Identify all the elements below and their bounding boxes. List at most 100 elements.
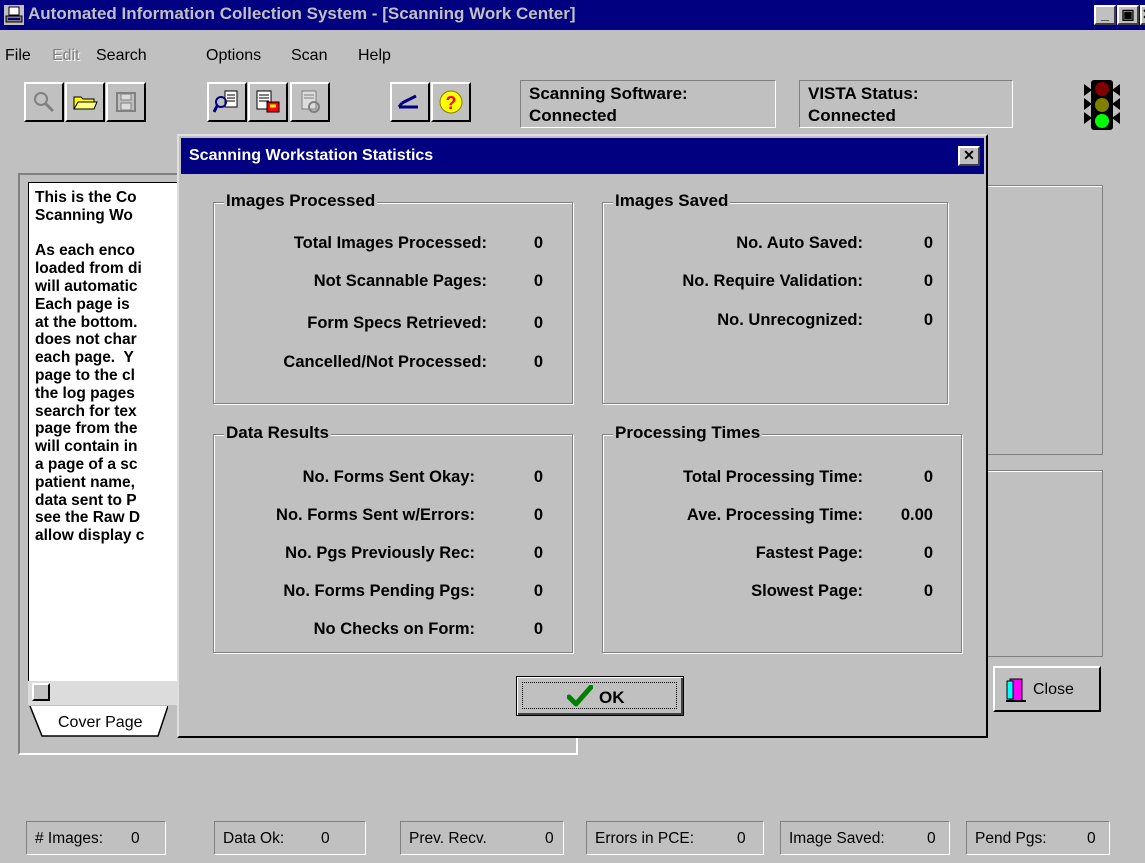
stat-label: Not Scannable Pages:	[313, 272, 487, 290]
images-saved-group: Images Saved	[602, 191, 948, 404]
stat-value: 0	[533, 272, 543, 290]
stat-label: No. Unrecognized:	[717, 311, 863, 329]
open-button[interactable]	[65, 82, 105, 122]
stat-value: 0	[533, 234, 543, 252]
status-prev-recv-value: 0	[545, 830, 554, 847]
menu-edit[interactable]: Edit	[52, 47, 80, 65]
tab-cover-page-label: Cover Page	[58, 714, 143, 731]
menu-bar: File Edit Search Options Scan Help	[0, 30, 1145, 70]
close-button-label: Close	[1033, 681, 1074, 698]
scanner-icon	[397, 94, 418, 109]
status-pend-pgs-label: Pend Pgs:	[975, 830, 1047, 847]
status-image-saved-label: Image Saved:	[789, 830, 885, 847]
stat-label: Fastest Page:	[755, 544, 863, 562]
status-data-ok: Data Ok: 0	[214, 821, 366, 855]
right-lower-panel	[985, 470, 1103, 657]
stat-label: No. Pgs Previously Rec:	[285, 544, 475, 562]
save-button[interactable]	[106, 82, 146, 122]
status-pend-pgs: Pend Pgs: 0	[966, 821, 1110, 855]
stat-label: Form Specs Retrieved:	[307, 314, 487, 332]
stat-label: Total Images Processed:	[293, 234, 487, 252]
restore-button[interactable]: ▣	[1117, 5, 1139, 25]
scan-document-button[interactable]	[207, 82, 247, 122]
stat-label: No. Require Validation:	[682, 272, 863, 290]
window-title: Automated Information Collection System …	[28, 4, 576, 23]
status-image-saved: Image Saved: 0	[780, 821, 950, 855]
document-disabled-icon	[301, 90, 320, 113]
status-errors-pce-value: 0	[737, 830, 746, 847]
stat-value: 0	[533, 582, 543, 600]
scanning-software-value: Connected	[529, 106, 617, 125]
edit-document-button[interactable]	[248, 82, 288, 122]
search-button[interactable]	[24, 82, 64, 122]
dialog-title-bar[interactable]: Scanning Workstation Statistics ✕	[181, 138, 984, 174]
cover-page-text: This is the Co Scanning Wo As each enco …	[35, 189, 145, 545]
stat-value: 0	[923, 234, 933, 252]
scanning-software-status: Scanning Software: Connected	[520, 80, 776, 128]
vista-status: VISTA Status: Connected	[799, 80, 1013, 128]
close-window-button[interactable]: ✕	[1140, 5, 1145, 25]
status-errors-pce: Errors in PCE: 0	[586, 821, 764, 855]
processing-times-title: Processing Times	[613, 423, 763, 443]
stat-value: 0	[533, 468, 543, 486]
stat-value: 0	[923, 468, 933, 486]
ok-button-label: OK	[599, 688, 625, 707]
document-disabled-button[interactable]	[290, 82, 330, 122]
status-images-label: # Images:	[35, 830, 104, 847]
horizontal-scrollbar[interactable]	[28, 681, 183, 705]
traffic-light-icon	[1084, 80, 1120, 130]
data-results-title: Data Results	[224, 423, 331, 443]
stat-value: 0	[923, 544, 933, 562]
stat-label: Cancelled/Not Processed:	[283, 353, 487, 371]
title-bar: Automated Information Collection System …	[0, 0, 1145, 30]
menu-options[interactable]: Options	[206, 47, 261, 65]
dialog-title: Scanning Workstation Statistics	[189, 147, 434, 164]
status-image-saved-value: 0	[927, 830, 936, 847]
menu-file[interactable]: File	[5, 47, 31, 65]
close-button[interactable]: Close	[993, 666, 1101, 712]
scan-document-icon	[213, 90, 238, 113]
vista-status-value: Connected	[808, 106, 896, 125]
right-upper-panel	[985, 185, 1103, 455]
door-exit-icon	[1006, 678, 1026, 702]
help-icon: ?	[439, 90, 463, 114]
checkmark-icon	[567, 685, 593, 707]
status-data-ok-value: 0	[321, 830, 330, 847]
scroll-left-arrow[interactable]	[32, 683, 50, 701]
stat-label: No Checks on Form:	[313, 620, 475, 638]
stat-value: 0	[533, 544, 543, 562]
status-prev-recv-label: Prev. Recv.	[409, 830, 487, 847]
cover-page-text-panel[interactable]: This is the Co Scanning Wo As each enco …	[28, 182, 190, 682]
dialog-close-button[interactable]: ✕	[958, 146, 980, 166]
stat-value: 0	[533, 620, 543, 638]
images-processed-title: Images Processed	[224, 191, 378, 211]
stat-value: 0	[533, 353, 543, 371]
images-processed-group: Images Processed	[213, 191, 573, 404]
menu-help[interactable]: Help	[358, 47, 391, 65]
stat-value: 0	[533, 506, 543, 524]
stat-label: Slowest Page:	[751, 582, 863, 600]
images-saved-title: Images Saved	[613, 191, 731, 211]
scanner-button[interactable]	[390, 82, 430, 122]
help-button[interactable]: ?	[431, 82, 471, 122]
app-icon[interactable]	[4, 5, 24, 25]
minimize-button[interactable]: _	[1094, 5, 1116, 25]
status-pend-pgs-value: 0	[1087, 830, 1096, 847]
stat-value: 0	[923, 582, 933, 600]
svg-text:?: ?	[446, 93, 457, 113]
stat-label: Ave. Processing Time:	[686, 506, 863, 524]
stat-label: No. Forms Sent Okay:	[302, 468, 475, 486]
status-errors-pce-label: Errors in PCE:	[595, 830, 695, 847]
ok-button[interactable]: OK	[516, 676, 684, 716]
stat-value: 0	[923, 272, 933, 290]
search-icon	[34, 92, 55, 113]
stat-value: 0	[923, 311, 933, 329]
menu-scan[interactable]: Scan	[291, 47, 327, 65]
scanning-software-label: Scanning Software:	[529, 84, 688, 103]
open-folder-icon	[73, 96, 98, 110]
stat-label: No. Auto Saved:	[736, 234, 863, 252]
stat-value: 0	[533, 314, 543, 332]
menu-search[interactable]: Search	[96, 47, 147, 65]
stat-label: No. Forms Sent w/Errors:	[276, 506, 475, 524]
edit-document-icon	[256, 90, 280, 113]
